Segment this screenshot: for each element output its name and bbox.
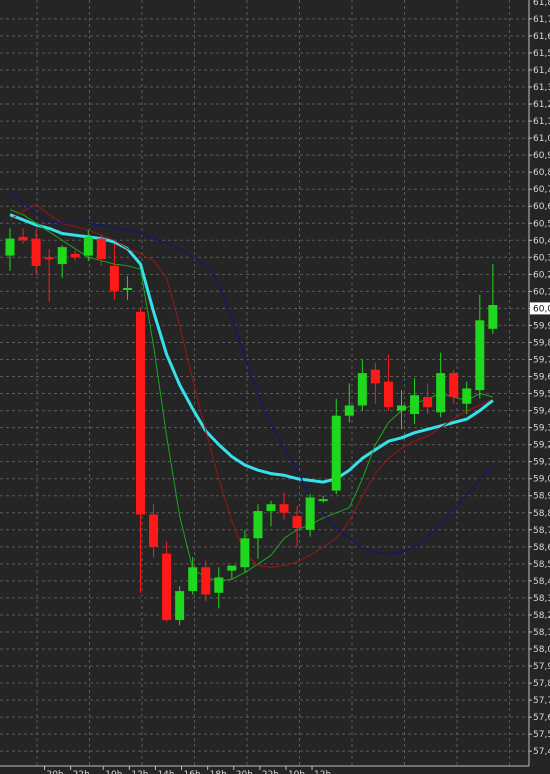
- candle-body: [44, 257, 54, 260]
- y-tick-label: 61,7: [533, 15, 550, 25]
- candle-body: [266, 504, 276, 512]
- y-tick-label: 59,6: [533, 373, 550, 383]
- candle-body: [18, 236, 28, 241]
- y-tick-label: 58,7: [533, 526, 550, 536]
- y-tick-label: 61,4: [533, 66, 550, 76]
- candle-body: [383, 381, 393, 408]
- candle: [175, 585, 185, 626]
- y-tick-label-partial: 61,8: [533, 0, 550, 8]
- candle-body: [423, 396, 433, 408]
- y-tick-label: 61,1: [533, 117, 550, 127]
- y-tick-label: 61,3: [533, 83, 550, 93]
- candle-body: [5, 238, 15, 256]
- candle-body: [240, 538, 250, 568]
- candle-body: [397, 405, 406, 411]
- y-tick-label: 58,6: [533, 543, 550, 553]
- x-tick-label: 20h: [236, 770, 253, 774]
- y-tick-label: 60,9: [533, 151, 550, 161]
- candle-body: [279, 504, 289, 513]
- y-tick-label: 60,4: [533, 236, 550, 246]
- candle-body: [175, 591, 185, 621]
- y-tick-label: 60,1: [533, 287, 550, 297]
- candle-body: [96, 238, 106, 260]
- x-tick-label: 18h: [210, 770, 227, 774]
- candle-body: [83, 236, 93, 256]
- x-tick-label: 22h: [262, 770, 279, 774]
- candle-body: [357, 373, 367, 406]
- plot-background: [0, 0, 550, 774]
- candle-body: [344, 405, 354, 416]
- y-tick-label: 59,7: [533, 355, 550, 365]
- candle-body: [410, 395, 420, 414]
- candle-body: [436, 373, 446, 413]
- y-tick-label: 58,5: [533, 560, 550, 570]
- y-tick-label: 57,9: [533, 662, 550, 672]
- candle-body: [370, 369, 380, 384]
- y-tick-label: 60,8: [533, 168, 550, 178]
- y-tick-label: 57,8: [533, 679, 550, 689]
- candle-body: [136, 311, 145, 515]
- x-tick-label: 12h: [314, 770, 331, 774]
- y-tick-label: 61,6: [533, 32, 550, 42]
- candle-body: [462, 388, 472, 404]
- y-tick-label: 59,2: [533, 441, 550, 451]
- candle-body: [305, 497, 315, 530]
- y-tick-label: 60,6: [533, 202, 550, 212]
- candle-body: [214, 577, 224, 593]
- candle-body: [149, 514, 159, 547]
- y-tick-label: 57,6: [533, 713, 550, 723]
- x-tick-label: 14h: [157, 770, 174, 774]
- y-tick-label: 58,4: [533, 577, 550, 587]
- x-tick-label: 10h: [105, 770, 122, 774]
- candle-body: [488, 304, 498, 329]
- y-tick-label: 59,5: [533, 390, 550, 400]
- y-tick-label: 59,1: [533, 458, 550, 468]
- x-tick-label: 20h: [47, 770, 64, 774]
- y-tick-label: 61,0: [533, 134, 550, 144]
- y-tick-label: 57,4: [533, 747, 550, 757]
- y-tick-label: 59,9: [533, 321, 550, 331]
- candle-body: [188, 567, 198, 592]
- current-price-label: 60,0: [533, 304, 550, 314]
- candle-body: [318, 499, 328, 502]
- candle-body: [122, 287, 132, 290]
- y-tick-label: 58,1: [533, 628, 550, 638]
- candle-body: [31, 238, 41, 266]
- current-price-marker: 60,0: [530, 302, 550, 315]
- x-tick-label: 22h: [73, 770, 90, 774]
- y-tick-label: 60,5: [533, 219, 550, 229]
- y-tick-label: 57,7: [533, 696, 550, 706]
- y-tick-label: 58,3: [533, 594, 550, 604]
- y-tick-label: 58,0: [533, 645, 550, 655]
- y-tick-label: 61,2: [533, 100, 550, 110]
- y-tick-label: 61,5: [533, 49, 550, 59]
- candle-body: [331, 415, 341, 491]
- y-tick-label: 57,5: [533, 730, 550, 740]
- candle-body: [201, 567, 211, 595]
- candle-body: [57, 247, 67, 265]
- y-tick-label: 58,2: [533, 611, 550, 621]
- x-tick-label: 16h: [184, 770, 201, 774]
- y-tick-label: 60,2: [533, 270, 550, 280]
- price-chart[interactable]: 61,7 61,6 61,5 61,4 61,3 61,2 61,1 61,0 60,9 60,8…: [0, 0, 550, 774]
- candle-body: [475, 320, 485, 391]
- candle-body: [292, 516, 302, 529]
- y-tick-label: 58,9: [533, 492, 550, 502]
- x-tick-label: 12h: [131, 770, 148, 774]
- y-tick-label: 60,3: [533, 253, 550, 263]
- candle-body: [109, 265, 119, 292]
- y-tick-label: 58,8: [533, 509, 550, 519]
- x-tick-label: 10h: [288, 770, 305, 774]
- y-tick-label: 59,4: [533, 407, 550, 417]
- y-tick-label: 59,3: [533, 424, 550, 434]
- y-tick-label: 60,7: [533, 185, 550, 195]
- y-tick-label: 59,0: [533, 475, 550, 485]
- candle-body: [449, 373, 459, 397]
- candle: [162, 541, 172, 622]
- candle-body: [70, 253, 80, 258]
- candle-body: [253, 511, 263, 539]
- candle-body: [227, 565, 237, 571]
- candle-body: [162, 553, 172, 621]
- y-tick-label: 59,8: [533, 338, 550, 348]
